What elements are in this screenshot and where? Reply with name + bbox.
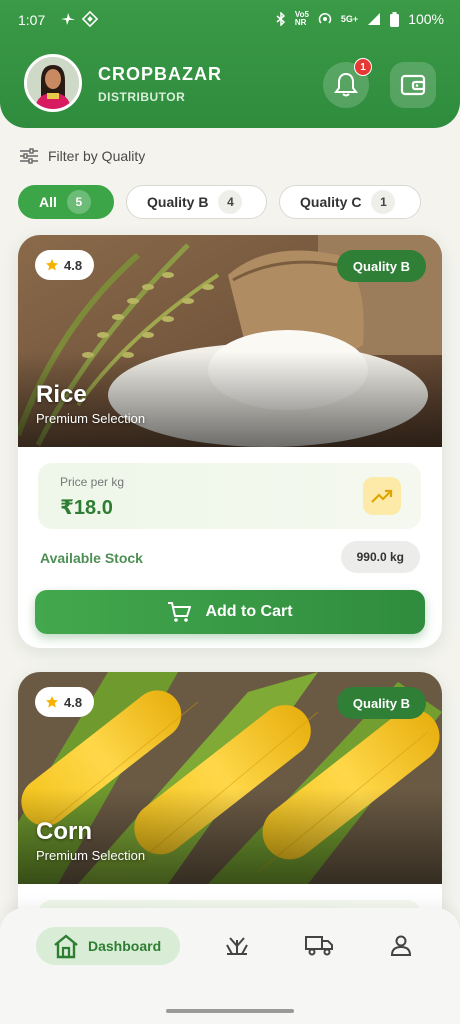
price-value: ₹18.0 bbox=[60, 497, 113, 519]
notification-badge: 1 bbox=[354, 58, 372, 76]
rating-pill: 4.8 bbox=[35, 250, 95, 280]
chip-count: 4 bbox=[218, 190, 243, 214]
tune-icon bbox=[20, 148, 38, 164]
battery-percent: 100% bbox=[408, 11, 444, 27]
stock-label: Available Stock bbox=[40, 550, 143, 566]
truck-icon bbox=[305, 936, 333, 956]
rating-value: 4.8 bbox=[64, 257, 83, 273]
product-subtitle: Premium Selection bbox=[36, 848, 146, 863]
user-role: DISTRIBUTOR bbox=[98, 90, 186, 104]
chip-count: 1 bbox=[371, 190, 396, 214]
profile-photo-icon bbox=[27, 57, 79, 109]
chip-all[interactable]: All 5 bbox=[18, 185, 114, 219]
bottom-navigation: Dashboard bbox=[0, 908, 460, 1024]
status-bar: 1:07 Vo5 NR 5G+ 100% bbox=[0, 0, 460, 40]
star-icon bbox=[46, 696, 58, 708]
stock-value: 990.0 kg bbox=[340, 541, 420, 573]
fan-icon bbox=[61, 13, 75, 25]
star-icon bbox=[46, 259, 58, 271]
trending-up-icon bbox=[371, 489, 393, 503]
home-icon bbox=[54, 934, 78, 959]
filter-header: Filter by Quality bbox=[20, 148, 145, 164]
quality-badge: Quality B bbox=[336, 250, 426, 282]
add-to-cart-button[interactable]: Add to Cart bbox=[35, 590, 425, 634]
signal-icon bbox=[368, 13, 381, 25]
person-icon bbox=[390, 935, 412, 956]
bluetooth-icon bbox=[276, 12, 285, 26]
filter-label: Filter by Quality bbox=[48, 148, 146, 164]
bell-icon bbox=[334, 72, 358, 97]
volte-bottom-label: NR bbox=[294, 18, 307, 27]
quality-filter-chips: All 5 Quality B 4 Quality C 1 bbox=[18, 185, 421, 219]
app-title: CROPBAZAR bbox=[98, 64, 222, 84]
volte-indicator: Vo5 NR bbox=[295, 11, 309, 27]
chip-label: All bbox=[39, 194, 57, 210]
product-subtitle: Premium Selection bbox=[36, 411, 146, 426]
chip-label: Quality B bbox=[147, 194, 209, 210]
battery-icon bbox=[390, 11, 400, 27]
home-indicator[interactable] bbox=[166, 1009, 294, 1013]
chip-count: 5 bbox=[66, 190, 91, 214]
nav-dashboard[interactable]: Dashboard bbox=[36, 927, 180, 965]
nav-orders[interactable] bbox=[304, 934, 334, 961]
cart-icon bbox=[168, 602, 192, 622]
price-label: Price per kg bbox=[60, 475, 125, 489]
status-time: 1:07 bbox=[18, 12, 46, 28]
chip-quality-b[interactable]: Quality B 4 bbox=[126, 185, 267, 219]
rating-value: 4.8 bbox=[64, 694, 83, 710]
price-trend-button[interactable] bbox=[363, 477, 401, 515]
product-name: Corn bbox=[36, 818, 92, 845]
notifications-button[interactable]: 1 bbox=[323, 58, 372, 108]
diamond-icon bbox=[82, 11, 98, 27]
status-system-icons: Vo5 NR 5G+ 100% bbox=[276, 11, 444, 27]
wallet-button[interactable] bbox=[390, 62, 436, 108]
app-header: 1:07 Vo5 NR 5G+ 100% CROPBAZAR DISTRIBUT… bbox=[0, 0, 460, 128]
nav-profile[interactable] bbox=[390, 934, 412, 961]
wallet-icon bbox=[400, 74, 426, 96]
price-box: Price per kg ₹18.0 bbox=[38, 463, 421, 529]
nav-crops[interactable] bbox=[224, 934, 250, 961]
quality-badge: Quality B bbox=[336, 687, 426, 719]
avatar[interactable] bbox=[24, 54, 82, 112]
nav-dashboard-label: Dashboard bbox=[88, 938, 162, 954]
sprout-icon bbox=[226, 937, 248, 955]
hotspot-icon bbox=[318, 12, 332, 24]
status-notification-icons bbox=[60, 11, 98, 27]
add-to-cart-label: Add to Cart bbox=[205, 603, 293, 620]
chip-label: Quality C bbox=[300, 194, 362, 210]
product-card-rice[interactable]: 4.8 Quality B Rice Premium Selection Pri… bbox=[18, 235, 442, 648]
chip-quality-c[interactable]: Quality C 1 bbox=[279, 185, 421, 219]
rating-pill: 4.8 bbox=[35, 687, 95, 717]
network-type-label: 5G+ bbox=[340, 14, 359, 24]
product-name: Rice bbox=[36, 381, 87, 408]
